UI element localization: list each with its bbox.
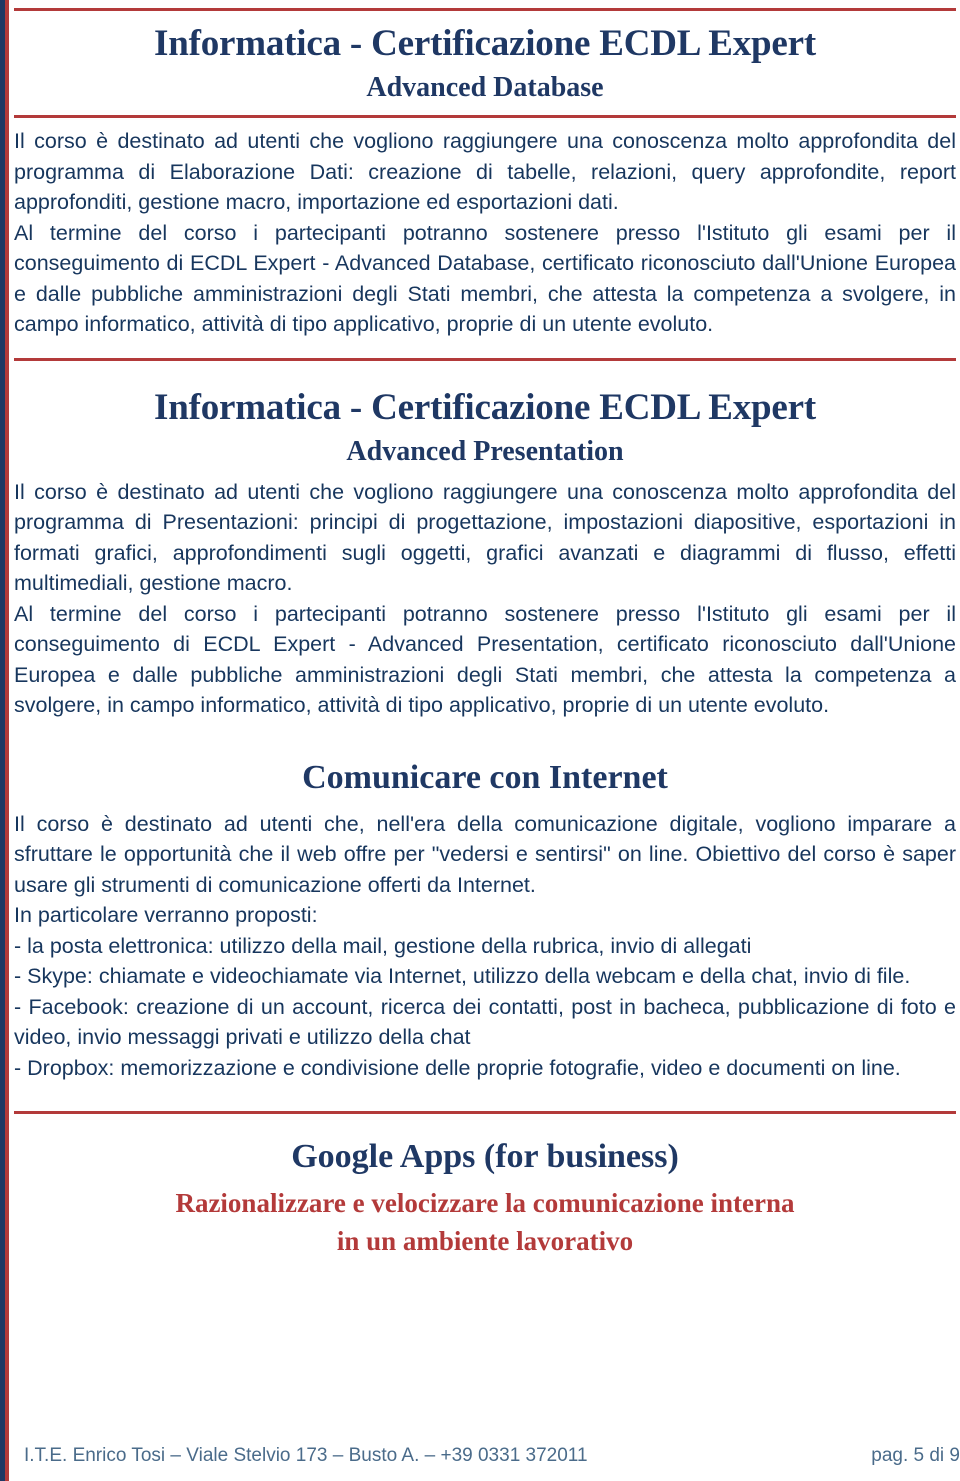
section-3-bullet-email: - la posta elettronica: utilizzo della m…	[14, 933, 752, 958]
page-body: Informatica - Certificazione ECDL Expert…	[10, 0, 960, 1481]
footer-institution: I.T.E. Enrico Tosi – Viale Stelvio 173 –…	[24, 1445, 588, 1466]
section-1-paragraph-1: Il corso è destinato ad utenti che vogli…	[14, 129, 956, 214]
section-2-subtitle: Advanced Presentation	[346, 435, 624, 467]
section-3-bullet-facebook: - Facebook: creazione di un account, ric…	[14, 994, 956, 1050]
section-2-paragraph-2: Al termine del corso i partecipanti potr…	[14, 601, 956, 718]
page-footer: I.T.E. Enrico Tosi – Viale Stelvio 173 –…	[24, 1445, 960, 1467]
section-3-bullet-dropbox: - Dropbox: memorizzazione e condivisione…	[14, 1055, 901, 1080]
section-2-paragraph-1: Il corso è destinato ad utenti che vogli…	[14, 479, 956, 596]
section-4-subtitle-line-1: Razionalizzare e velocizzare la comunica…	[175, 1188, 795, 1218]
section-1-subtitle: Advanced Database	[366, 72, 604, 103]
section-3-title: Comunicare con Internet	[302, 758, 668, 796]
section-4-title: Google Apps (for business)	[291, 1138, 679, 1175]
section-2-title: Informatica - Certificazione ECDL Expert	[154, 386, 816, 428]
left-accent-red	[5, 0, 9, 1481]
section-1-paragraph-2: Al termine del corso i partecipanti potr…	[14, 220, 956, 337]
page-content: Informatica - Certificazione ECDL Expert…	[14, 0, 956, 1260]
section-2-paragraphs: Il corso è destinato ad utenti che vogli…	[14, 477, 956, 721]
section-3-paragraphs: Il corso è destinato ad utenti che, nell…	[14, 809, 956, 1084]
section-3-paragraph-2: In particolare verranno proposti:	[14, 903, 318, 927]
footer-page-number: pag. 5 di 9	[871, 1445, 960, 1466]
left-accent-bar	[0, 0, 10, 1481]
section-4-subtitle-line-2: in un ambiente lavorativo	[336, 1226, 634, 1256]
section-1-title: Informatica - Certificazione ECDL Expert	[154, 23, 816, 64]
section-1-paragraphs: Il corso è destinato ad utenti che vogli…	[14, 126, 956, 340]
section-3-bullet-skype: - Skype: chiamate e videochiamate via In…	[14, 964, 911, 988]
section-3-paragraph-1: Il corso è destinato ad utenti che, nell…	[14, 811, 956, 897]
